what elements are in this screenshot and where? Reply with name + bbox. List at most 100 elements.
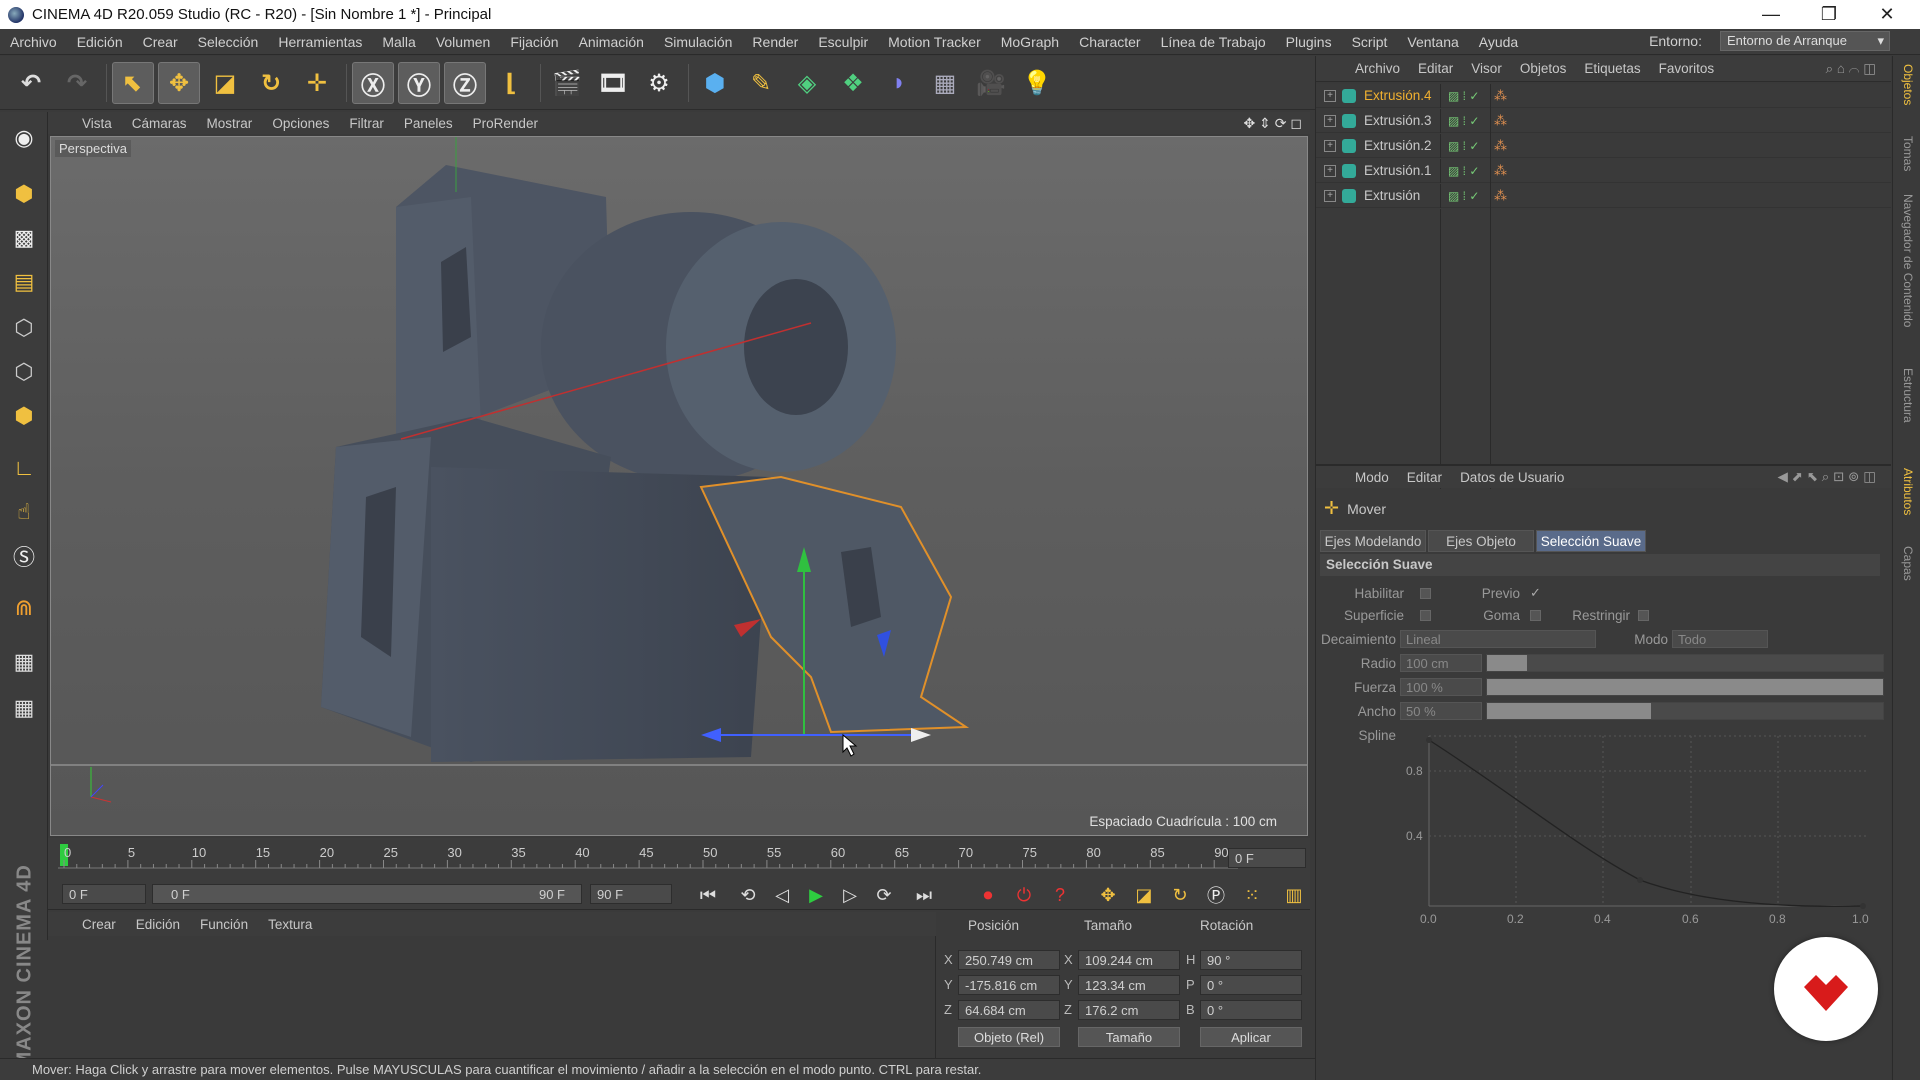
menu-herramientas[interactable]: Herramientas	[268, 34, 372, 50]
undo-icon[interactable]: ↶	[10, 62, 52, 104]
workplane-icon[interactable]: ▤	[4, 262, 44, 302]
obj-search-home-icons[interactable]: ⌕ ⌂ ⌒ ◫	[1817, 61, 1885, 77]
autokey-icon[interactable]: ⏻	[1010, 882, 1038, 908]
decaimiento-dropdown[interactable]: Lineal	[1400, 630, 1596, 648]
superficie-checkbox[interactable]	[1420, 610, 1431, 621]
menu-crear[interactable]: Crear	[133, 34, 188, 50]
tweak-mode-icon[interactable]: ☝	[4, 492, 44, 532]
object-row[interactable]: + Extrusión.1 ▨ ⁞ ✓ ⁂	[1316, 158, 1891, 183]
x-axis-lock-icon[interactable]: Ⓧ	[352, 62, 394, 104]
phong-tag-icon[interactable]: ⁂	[1494, 138, 1507, 154]
phong-tag-icon[interactable]: ⁂	[1494, 163, 1507, 179]
menu-esculpir[interactable]: Esculpir	[808, 34, 878, 50]
menu-mograph[interactable]: MoGraph	[991, 34, 1069, 50]
phong-tag-icon[interactable]: ⁂	[1494, 188, 1507, 204]
habilitar-checkbox[interactable]	[1420, 588, 1431, 599]
workplane-lock-icon[interactable]: ▦	[4, 642, 44, 682]
minimize-icon[interactable]: —	[1742, 0, 1800, 29]
light-icon[interactable]: 💡	[1016, 62, 1058, 104]
viewport-menu-filtrar[interactable]: Filtrar	[339, 116, 394, 131]
go-to-start-icon[interactable]: ⏮	[694, 882, 722, 908]
goma-checkbox[interactable]	[1530, 610, 1541, 621]
obj-menu-archivo[interactable]: Archivo	[1346, 61, 1409, 76]
edges-mode-icon[interactable]: ⬡	[4, 352, 44, 392]
live-selection-icon[interactable]: ⬉	[112, 62, 154, 104]
frame-range-slider[interactable]: 0 F 90 F	[152, 884, 582, 904]
timeline-ruler[interactable]: 0 5 10 15 20 25 30 35 40 45 50 55 60 65 70 75 80 85 90 0 F	[48, 838, 1310, 878]
subdivision-surface-icon[interactable]: ◈	[786, 62, 828, 104]
render-view-icon[interactable]: 🎬	[546, 62, 588, 104]
material-menu-funcion[interactable]: Función	[190, 917, 258, 932]
menu-motion-tracker[interactable]: Motion Tracker	[878, 34, 991, 50]
viewport-menu-prorender[interactable]: ProRender	[463, 116, 548, 131]
camera-icon[interactable]: 🎥	[970, 62, 1012, 104]
obj-menu-editar[interactable]: Editar	[1409, 61, 1462, 76]
material-menu-edicion[interactable]: Edición	[126, 917, 190, 932]
loop-forward-icon[interactable]: ⟳	[870, 882, 898, 908]
attr-menu-editar[interactable]: Editar	[1398, 470, 1451, 485]
rot-h-field[interactable]: 90 °	[1200, 950, 1302, 970]
timeline-window-icon[interactable]: ▥	[1280, 882, 1308, 908]
restringir-checkbox[interactable]	[1638, 610, 1649, 621]
pos-y-field[interactable]: -175.816 cm	[958, 975, 1060, 995]
expand-icon[interactable]: +	[1324, 164, 1336, 177]
viewport-nav-icons[interactable]: ✥ ⇕ ⟳ ◻	[1244, 115, 1302, 132]
fuerza-slider[interactable]	[1486, 678, 1884, 696]
pos-z-field[interactable]: 64.684 cm	[958, 1000, 1060, 1020]
ancho-slider[interactable]	[1486, 702, 1884, 720]
object-row[interactable]: + Extrusión.2 ▨ ⁞ ✓ ⁂	[1316, 133, 1891, 158]
record-keys-icon[interactable]: ⏺	[974, 882, 1002, 908]
visibility-check-icon[interactable]: ▨ ⁞ ✓	[1448, 114, 1479, 128]
menu-seleccion[interactable]: Selección	[188, 34, 269, 50]
y-axis-lock-icon[interactable]: Ⓨ	[398, 62, 440, 104]
visibility-check-icon[interactable]: ▨ ⁞ ✓	[1448, 139, 1479, 153]
pos-x-field[interactable]: 250.749 cm	[958, 950, 1060, 970]
viewport-menu-vista[interactable]: Vista	[72, 116, 122, 131]
array-icon[interactable]: ❖	[832, 62, 874, 104]
points-mode-icon[interactable]: ⬡	[4, 308, 44, 348]
loop-icon[interactable]: ⟲	[734, 882, 762, 908]
object-row[interactable]: + Extrusión ▨ ⁞ ✓ ⁂	[1316, 183, 1891, 208]
rot-p-field[interactable]: 0 °	[1200, 975, 1302, 995]
size-x-field[interactable]: 109.244 cm	[1078, 950, 1180, 970]
axis-mode-icon[interactable]: ∟	[4, 448, 44, 488]
material-menu-textura[interactable]: Textura	[258, 917, 322, 932]
radio-field[interactable]: 100 cm	[1400, 654, 1482, 672]
fuerza-field[interactable]: 100 %	[1400, 678, 1482, 696]
viewport-menu-camaras[interactable]: Cámaras	[122, 116, 197, 131]
object-row[interactable]: + Extrusión.4 ▨ ⁞ ✓ ⁂	[1316, 83, 1891, 108]
menu-edicion[interactable]: Edición	[67, 34, 133, 50]
viewport-menu-opciones[interactable]: Opciones	[262, 116, 339, 131]
close-icon[interactable]: ✕	[1858, 0, 1916, 29]
model-mode-icon[interactable]: ⬢	[4, 174, 44, 214]
environment-dropdown[interactable]: Entorno de Arranque	[1720, 31, 1890, 51]
expand-icon[interactable]: +	[1324, 189, 1336, 202]
size-mode-dropdown[interactable]: Tamaño	[1078, 1027, 1180, 1047]
phong-tag-icon[interactable]: ⁂	[1494, 88, 1507, 104]
ancho-field[interactable]: 50 %	[1400, 702, 1482, 720]
cube-primitive-icon[interactable]: ⬢	[694, 62, 736, 104]
size-z-field[interactable]: 176.2 cm	[1078, 1000, 1180, 1020]
pen-spline-icon[interactable]: ✎	[740, 62, 782, 104]
play-icon[interactable]: ▶	[802, 882, 830, 908]
side-tab-tomas[interactable]: Tomas	[1901, 136, 1915, 171]
tab-seleccion-suave[interactable]: Selección Suave	[1536, 530, 1646, 552]
menu-malla[interactable]: Malla	[372, 34, 425, 50]
size-y-field[interactable]: 123.34 cm	[1078, 975, 1180, 995]
viewport-menu-paneles[interactable]: Paneles	[394, 116, 463, 131]
visibility-check-icon[interactable]: ▨ ⁞ ✓	[1448, 189, 1479, 203]
side-tab-atributos[interactable]: Atributos	[1901, 468, 1915, 515]
magnet-icon[interactable]: ⋒	[4, 588, 44, 628]
start-frame-field[interactable]: 0 F	[62, 884, 146, 904]
attr-menu-modo[interactable]: Modo	[1346, 470, 1398, 485]
phong-tag-icon[interactable]: ⁂	[1494, 113, 1507, 129]
object-row[interactable]: + Extrusión.3 ▨ ⁞ ✓ ⁂	[1316, 108, 1891, 133]
menu-plugins[interactable]: Plugins	[1276, 34, 1342, 50]
coord-mode-dropdown[interactable]: Objeto (Rel)	[958, 1027, 1060, 1047]
material-menu-crear[interactable]: Crear	[72, 917, 126, 932]
menu-fijacion[interactable]: Fijación	[500, 34, 568, 50]
prev-key-icon[interactable]: ◁	[768, 882, 796, 908]
attr-menu-datos-usuario[interactable]: Datos de Usuario	[1451, 470, 1573, 485]
go-to-end-icon[interactable]: ⏭	[910, 882, 938, 908]
texture-mode-icon[interactable]: ▩	[4, 218, 44, 258]
